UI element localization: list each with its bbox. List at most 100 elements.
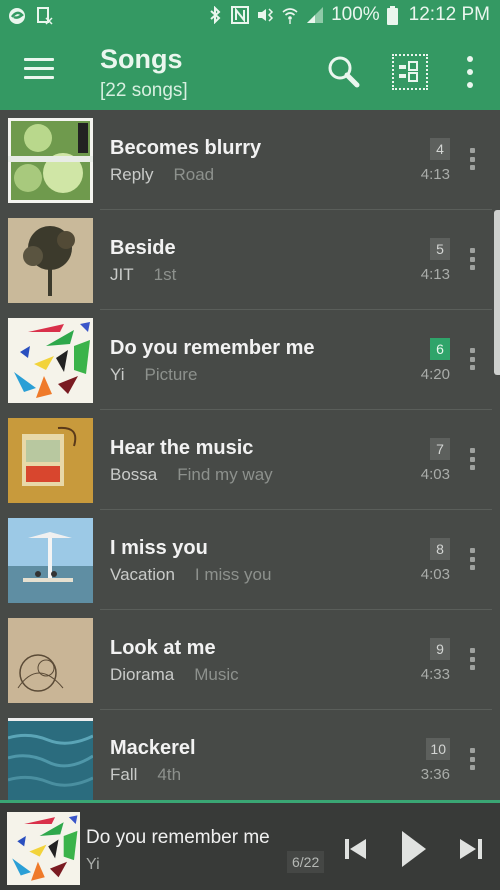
now-playing-artist: Yi	[86, 856, 100, 873]
song-options-button[interactable]	[466, 748, 478, 770]
artist-name: Yi	[110, 365, 125, 384]
more-vert-icon	[469, 448, 475, 453]
artist-name: Diorama	[110, 665, 175, 684]
album-name: Road	[173, 165, 215, 184]
status-bar: 100% 12:12 PM	[0, 0, 500, 36]
song-list[interactable]: Becomes blurry Reply Road 4 4:13 Beside J…	[0, 110, 500, 800]
song-title: Hear the music	[110, 437, 254, 459]
album-art	[8, 418, 93, 503]
bluetooth-icon	[206, 5, 224, 25]
song-duration: 4:13	[420, 266, 450, 283]
play-button[interactable]	[394, 827, 434, 871]
track-number-badge: 6	[430, 338, 450, 360]
song-duration: 4:13	[420, 166, 450, 183]
song-title: Beside	[110, 237, 176, 259]
album-name: Music	[194, 665, 239, 684]
more-vert-icon	[469, 748, 475, 753]
song-options-button[interactable]	[466, 248, 478, 270]
track-number-badge: 5	[430, 238, 450, 260]
more-vert-icon-dot	[469, 456, 475, 462]
song-artist: Diorama Music	[110, 665, 239, 685]
song-row[interactable]: Hear the music Bossa Find my way 7 4:03	[0, 410, 500, 510]
song-options-button[interactable]	[466, 548, 478, 570]
song-row[interactable]: Beside JIT 1st 5 4:13	[0, 210, 500, 310]
now-playing-album-art	[7, 812, 80, 885]
more-vert-icon-dot	[469, 656, 475, 662]
artist-name: Vacation	[110, 565, 175, 584]
album-name: I miss you	[194, 565, 272, 584]
play-icon	[402, 831, 426, 867]
song-row[interactable]: I miss you Vacation I miss you 8 4:03	[0, 510, 500, 610]
track-number-badge: 4	[430, 138, 450, 160]
song-artist: Yi Picture	[110, 365, 197, 385]
more-vert-icon-dot	[469, 665, 475, 670]
menu-button[interactable]	[24, 58, 54, 84]
song-row[interactable]: Look at me Diorama Music 9 4:33	[0, 610, 500, 710]
song-row[interactable]: Do you remember me Yi Picture 6 4:20	[0, 310, 500, 410]
hamburger-icon-line	[24, 67, 54, 70]
search-button[interactable]	[326, 54, 362, 90]
vibrate-icon	[256, 5, 274, 25]
song-options-button[interactable]	[466, 348, 478, 370]
song-artist: Reply Road	[110, 165, 214, 185]
signal-icon	[306, 5, 324, 25]
more-vert-icon	[467, 56, 473, 62]
song-options-button[interactable]	[466, 648, 478, 670]
album-art	[8, 718, 93, 800]
album-art	[8, 518, 93, 603]
song-duration: 3:36	[420, 766, 450, 783]
more-options-button[interactable]	[460, 56, 480, 88]
artist-name: Fall	[110, 765, 138, 784]
song-artist: Bossa Find my way	[110, 465, 273, 485]
song-title: Do you remember me	[110, 337, 315, 359]
song-artist: JIT 1st	[110, 265, 176, 285]
song-artist: Vacation I miss you	[110, 565, 271, 585]
previous-button[interactable]	[338, 831, 374, 867]
album-name: 1st	[153, 265, 177, 284]
album-art	[8, 618, 93, 703]
album-art	[8, 118, 93, 203]
view-toggle-button[interactable]	[392, 54, 428, 90]
more-vert-icon-dot	[469, 556, 475, 562]
song-row[interactable]: Becomes blurry Reply Road 4 4:13	[0, 110, 500, 210]
more-vert-icon-dot	[469, 765, 475, 770]
song-duration: 4:20	[420, 366, 450, 383]
more-vert-icon-dot	[469, 465, 475, 470]
more-vert-icon-dot	[469, 365, 475, 370]
more-vert-icon-dot	[467, 69, 473, 75]
scrollbar[interactable]	[494, 210, 500, 375]
song-count: [22 songs]	[100, 80, 188, 101]
now-playing-bar[interactable]: Do you remember me Yi 6/22	[0, 800, 500, 890]
more-vert-icon	[469, 648, 475, 653]
now-playing-title: Do you remember me	[86, 827, 270, 848]
more-vert-icon-dot	[469, 165, 475, 170]
more-vert-icon-dot	[469, 265, 475, 270]
song-title: I miss you	[110, 537, 208, 559]
more-vert-icon	[469, 348, 475, 353]
track-number-badge: 10	[426, 738, 450, 760]
more-vert-icon-dot	[469, 356, 475, 362]
more-vert-icon	[469, 548, 475, 553]
song-duration: 4:03	[420, 566, 450, 583]
more-vert-icon-dot	[469, 565, 475, 570]
song-duration: 4:33	[420, 666, 450, 683]
album-art	[8, 318, 93, 403]
album-art	[8, 218, 93, 303]
song-title: Mackerel	[110, 737, 196, 759]
sim-card-icon	[36, 6, 54, 26]
skip-previous-icon	[345, 839, 366, 859]
song-artist: Fall 4th	[110, 765, 181, 785]
battery-icon	[386, 5, 398, 25]
next-button[interactable]	[454, 831, 490, 867]
battery-percent: 100%	[331, 4, 380, 25]
song-options-button[interactable]	[466, 148, 478, 170]
song-row[interactable]: Mackerel Fall 4th 10 3:36	[0, 710, 500, 800]
more-vert-icon-dot	[469, 256, 475, 262]
skip-next-icon	[460, 839, 482, 859]
more-vert-icon-dot	[469, 156, 475, 162]
artist-name: Reply	[110, 165, 154, 184]
more-vert-icon	[469, 248, 475, 253]
song-options-button[interactable]	[466, 448, 478, 470]
sync-app-icon	[8, 6, 26, 26]
nfc-icon	[231, 5, 250, 25]
